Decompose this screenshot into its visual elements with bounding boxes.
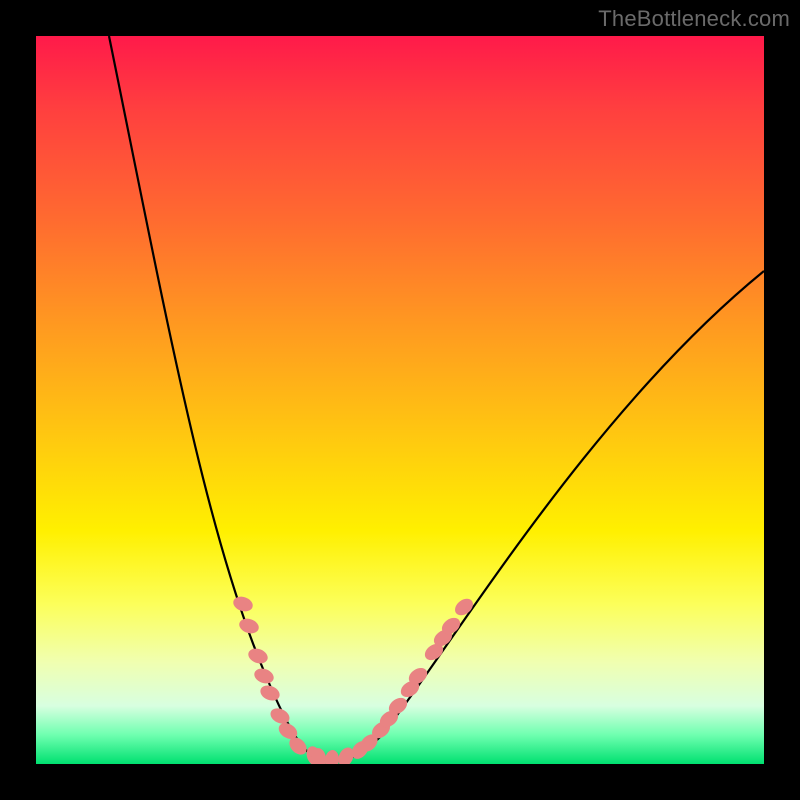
- bead-marker: [237, 616, 260, 635]
- chart-frame: TheBottleneck.com: [0, 0, 800, 800]
- bead-marker: [252, 666, 276, 686]
- chart-svg: [36, 36, 764, 764]
- watermark-text: TheBottleneck.com: [598, 6, 790, 32]
- bead-marker: [231, 594, 254, 613]
- bead-marker: [246, 646, 270, 666]
- bead-markers-group: [231, 594, 476, 764]
- bead-marker: [258, 683, 282, 703]
- plot-area: [36, 36, 764, 764]
- bead-marker: [324, 749, 340, 764]
